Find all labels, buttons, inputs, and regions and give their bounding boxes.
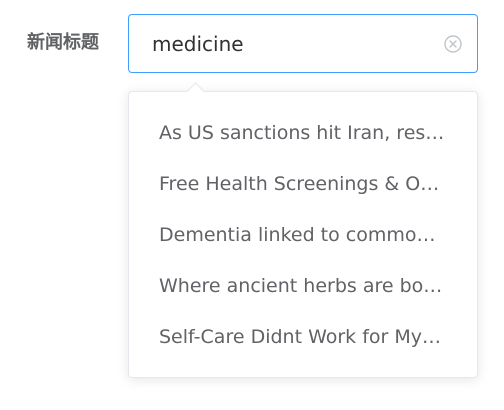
suggestion-item[interactable]: Where ancient herbs are bo… [129, 261, 477, 312]
news-title-input-wrapper[interactable] [128, 14, 478, 73]
suggestion-list: As US sanctions hit Iran, res… Free Heal… [129, 108, 477, 363]
circle-close-icon[interactable] [443, 34, 463, 54]
suggestion-item[interactable]: Self-Care Didnt Work for My … [129, 312, 477, 363]
suggestion-item[interactable]: Dementia linked to commonl… [129, 210, 477, 261]
suggestion-item[interactable]: As US sanctions hit Iran, res… [129, 108, 477, 159]
dropdown-arrow [186, 82, 205, 101]
news-title-label: 新闻标题 [27, 32, 99, 53]
suggestion-item[interactable]: Free Health Screenings & O… [129, 159, 477, 210]
news-title-search-input[interactable] [129, 15, 429, 72]
autocomplete-dropdown: As US sanctions hit Iran, res… Free Heal… [128, 82, 478, 378]
